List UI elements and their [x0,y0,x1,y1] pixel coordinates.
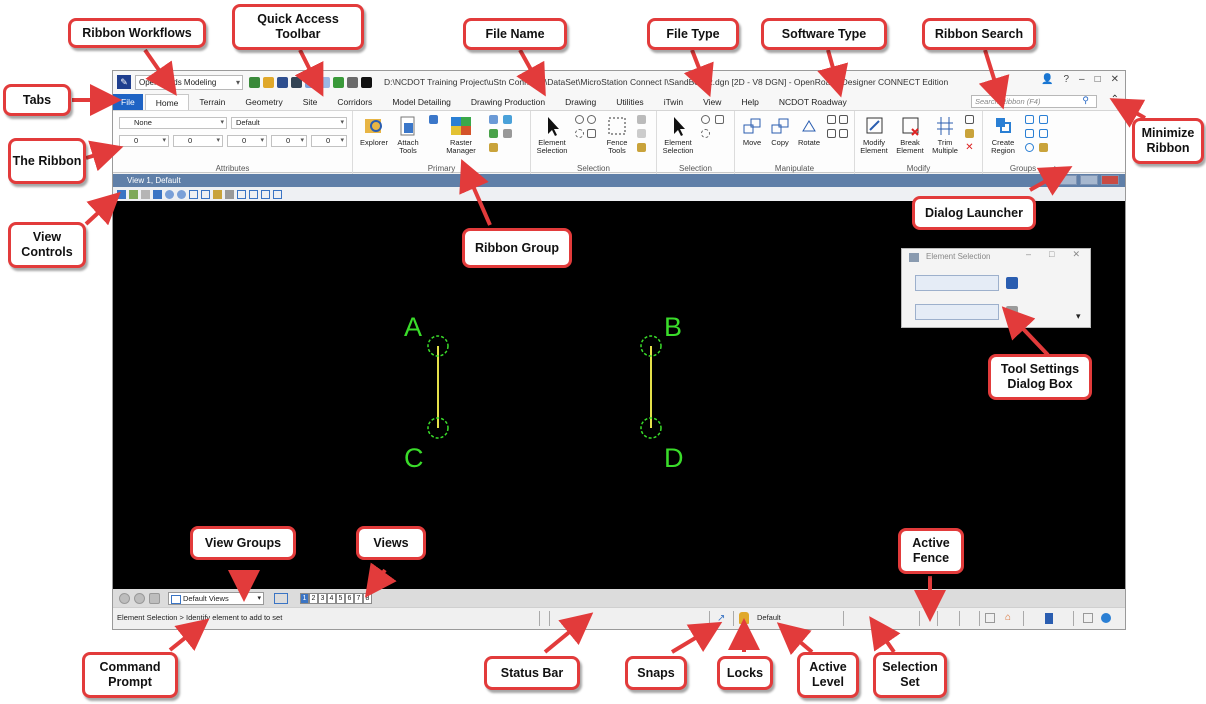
callout-software-type: Software Type [761,18,887,50]
callout-tool-settings: Tool Settings Dialog Box [988,354,1092,400]
canvas-graphics: A B C D [404,312,684,473]
callout-ribbon-workflows: Ribbon Workflows [68,18,206,48]
callout-view-groups: View Groups [190,526,296,560]
callout-dialog-launcher: Dialog Launcher [912,196,1036,230]
callout-command-prompt: Command Prompt [82,652,178,698]
callout-file-name: File Name [463,18,567,50]
callout-ribbon-group: Ribbon Group [462,228,572,268]
callout-locks: Locks [717,656,773,690]
callout-minimize-ribbon: Minimize Ribbon [1132,118,1204,164]
callout-tabs: Tabs [3,84,71,116]
callout-selection-set: Selection Set [873,652,947,698]
callout-views: Views [356,526,426,560]
callout-view-controls: View Controls [8,222,86,268]
point-c-label: C [404,443,424,473]
callout-file-type: File Type [647,18,739,50]
callout-ribbon-search: Ribbon Search [922,18,1036,50]
callout-status-bar: Status Bar [484,656,580,690]
callout-active-level: Active Level [797,652,859,698]
callout-active-fence: Active Fence [898,528,964,574]
callout-snaps: Snaps [625,656,687,690]
point-a-label: A [404,312,422,342]
point-d-label: D [664,443,684,473]
callout-the-ribbon: The Ribbon [8,138,86,184]
point-b-label: B [664,312,682,342]
callout-quick-access: Quick Access Toolbar [232,4,364,50]
